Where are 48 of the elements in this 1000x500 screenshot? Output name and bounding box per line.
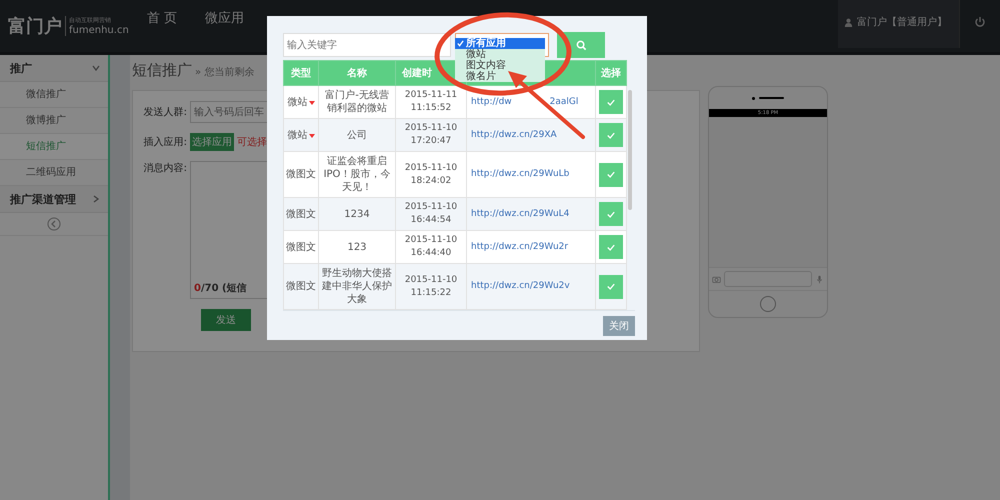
field-label: 发送人群: xyxy=(142,106,187,119)
name-cell: 证监会将重启IPO！股市，今天见！ xyxy=(324,156,390,193)
link[interactable]: http://dw xyxy=(471,96,512,108)
close-button[interactable]: 关闭 xyxy=(603,316,635,336)
field-label: 消息内容: xyxy=(142,162,187,175)
name-cell: 1234 xyxy=(344,208,370,220)
page-title: 短信推广 xyxy=(132,61,192,80)
column-header: 名称 xyxy=(347,68,367,79)
send-button[interactable]: 发送 xyxy=(201,309,251,331)
name-cell: 123 xyxy=(347,242,367,252)
field-label: 插入应用: xyxy=(142,136,187,149)
date-cell: 2015-11-11 11:15:52 xyxy=(404,90,458,113)
type-cell: 微图文 xyxy=(286,281,316,292)
type-cell: 微图文 xyxy=(286,242,316,252)
choose-app-button[interactable]: 选择应用 xyxy=(190,133,234,151)
name-cell: 公司 xyxy=(347,130,367,140)
dropdown-option[interactable]: 所有应用 xyxy=(455,38,545,49)
sidebar-section[interactable]: 推广渠道管理 xyxy=(0,186,108,213)
link[interactable]: 2aalGl xyxy=(550,96,578,108)
dropdown-option[interactable]: 微名片 xyxy=(455,71,545,82)
sidebar-section[interactable]: 推广 xyxy=(0,55,108,82)
dropdown-option[interactable]: 微站 xyxy=(455,49,545,60)
nav-link[interactable]: 微应用 xyxy=(191,0,258,52)
column-header: 选择 xyxy=(596,60,626,86)
date-cell: 2015-11-10 16:44:54 xyxy=(404,202,458,225)
sidebar-item[interactable]: 微信推广 xyxy=(0,82,108,108)
logo-domain: fumenhu.cn xyxy=(69,25,129,36)
type-cell: 微站 xyxy=(288,130,308,140)
keyword-search-field[interactable]: 输入关键字 xyxy=(283,33,451,57)
date-cell: 2015-11-10 18:24:02 xyxy=(404,162,458,186)
hint-text: 可选择 xyxy=(237,136,267,149)
type-cell: 微站 xyxy=(288,96,308,108)
name-cell: 野生动物大使搭建中非华人保护大象 xyxy=(322,268,392,305)
type-cell: 微图文 xyxy=(286,208,316,220)
dropdown-option[interactable]: 图文内容 xyxy=(455,60,545,71)
sidebar-item[interactable]: 短信推广 xyxy=(0,134,108,160)
date-cell: 2015-11-10 17:20:47 xyxy=(404,123,458,146)
character-counter: 0/70 (短信 xyxy=(194,282,247,295)
date-cell: 2015-11-10 16:44:40 xyxy=(404,235,458,258)
date-cell: 2015-11-10 11:15:22 xyxy=(404,274,458,298)
name-cell: 富门户-无线营销利器的微站 xyxy=(325,90,389,114)
logo-text: 富门户 xyxy=(8,15,62,38)
page-subtitle: » 您当前剩余 xyxy=(195,66,254,79)
column-header: 类型 xyxy=(291,68,311,79)
column-header: 创建时 xyxy=(402,68,432,79)
type-cell: 微图文 xyxy=(286,169,316,180)
user-menu[interactable]: 富门户【普通用户】 xyxy=(838,0,959,48)
nav-link[interactable]: 首 页 xyxy=(133,0,192,52)
